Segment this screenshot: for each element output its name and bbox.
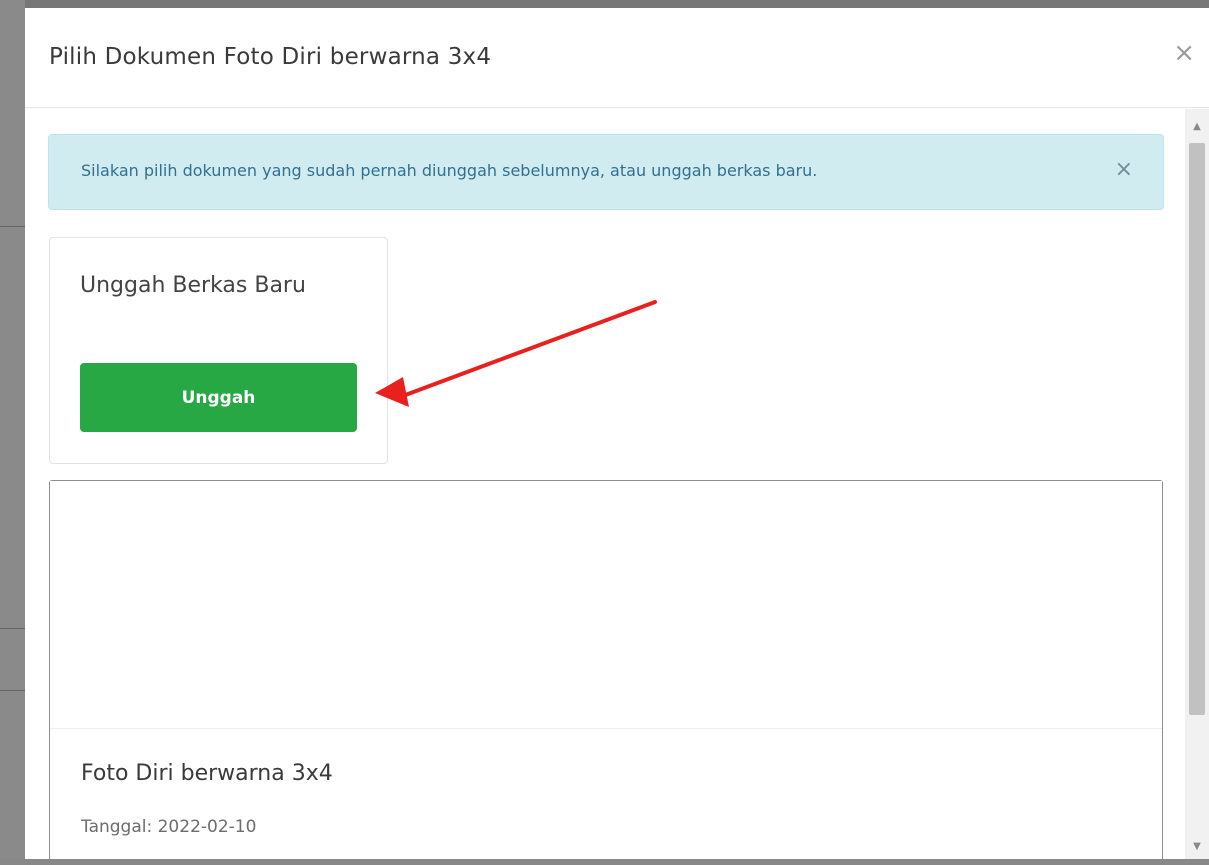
background-page — [0, 0, 25, 865]
document-card[interactable]: Foto Diri berwarna 3x4 Tanggal: 2022-02-… — [49, 480, 1163, 859]
document-date: Tanggal: 2022-02-10 — [81, 817, 257, 837]
info-alert: Silakan pilih dokumen yang sudah pernah … — [48, 134, 1164, 210]
background-divider — [0, 628, 25, 629]
modal-body: Silakan pilih dokumen yang sudah pernah … — [25, 109, 1185, 859]
upload-card-title: Unggah Berkas Baru — [80, 273, 306, 298]
modal-scrollbar[interactable]: ▲ ▼ — [1185, 109, 1209, 859]
document-preview[interactable] — [50, 481, 1162, 728]
modal-title: Pilih Dokumen Foto Diri berwarna 3x4 — [49, 44, 492, 70]
upload-new-file-card: Unggah Berkas Baru Unggah — [49, 237, 388, 464]
background-page-bottom — [0, 859, 1209, 865]
scroll-down-arrow-icon[interactable]: ▼ — [1185, 837, 1209, 857]
modal-close-button[interactable]: × — [1173, 40, 1195, 66]
document-info: Foto Diri berwarna 3x4 Tanggal: 2022-02-… — [50, 728, 1162, 859]
alert-close-button[interactable]: × — [1115, 157, 1133, 182]
modal-header: Pilih Dokumen Foto Diri berwarna 3x4 × — [25, 8, 1209, 108]
upload-button[interactable]: Unggah — [80, 363, 357, 432]
document-title: Foto Diri berwarna 3x4 — [81, 761, 333, 786]
document-picker-modal: Pilih Dokumen Foto Diri berwarna 3x4 × S… — [25, 8, 1209, 859]
scroll-thumb[interactable] — [1189, 143, 1205, 715]
alert-message: Silakan pilih dokumen yang sudah pernah … — [81, 161, 818, 180]
scroll-up-arrow-icon[interactable]: ▲ — [1185, 117, 1209, 137]
arrow-shaft — [398, 300, 657, 399]
background-divider — [0, 226, 25, 227]
background-divider — [0, 690, 25, 691]
